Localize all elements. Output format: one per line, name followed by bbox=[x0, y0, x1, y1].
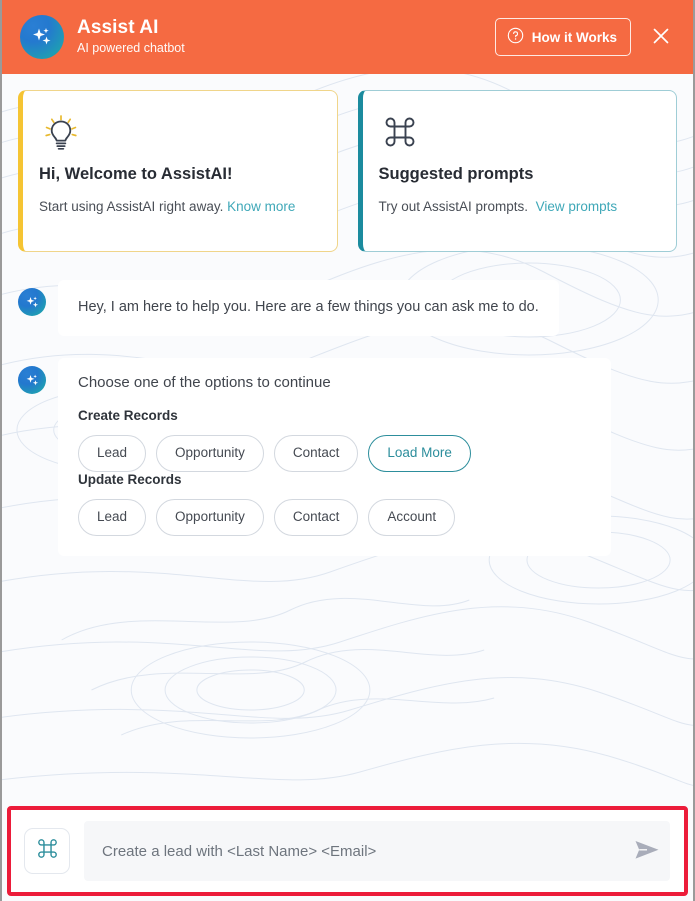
suggested-prompts-card[interactable]: Suggested prompts Try out AssistAI promp… bbox=[357, 90, 677, 252]
composer-highlight-outline bbox=[7, 806, 688, 896]
header-actions: How it Works bbox=[494, 18, 677, 56]
chip-update-contact[interactable]: Contact bbox=[273, 499, 359, 537]
close-button[interactable] bbox=[645, 21, 677, 53]
chat-body: Hi, Welcome to AssistAI! Start using Ass… bbox=[2, 74, 693, 800]
chip-create-lead[interactable]: Lead bbox=[78, 435, 147, 473]
bot-message-row: Hey, I am here to help you. Here are a f… bbox=[18, 280, 677, 337]
close-icon bbox=[650, 25, 672, 50]
welcome-card-desc: Start using AssistAI right away. Know mo… bbox=[39, 197, 319, 218]
prompts-card-title: Suggested prompts bbox=[378, 165, 534, 183]
prompts-card-desc-text: Try out AssistAI prompts. bbox=[378, 199, 529, 214]
options-bubble: Choose one of the options to continue Cr… bbox=[58, 358, 611, 557]
create-records-group: Create Records Lead Opportunity Contact … bbox=[78, 408, 591, 473]
command-icon bbox=[379, 111, 659, 157]
info-cards: Hi, Welcome to AssistAI! Start using Ass… bbox=[18, 90, 677, 252]
welcome-card[interactable]: Hi, Welcome to AssistAI! Start using Ass… bbox=[18, 90, 338, 252]
message-input[interactable] bbox=[84, 821, 670, 881]
chip-create-opportunity[interactable]: Opportunity bbox=[156, 435, 264, 473]
update-records-label: Update Records bbox=[78, 472, 182, 488]
bot-options-row: Choose one of the options to continue Cr… bbox=[18, 358, 677, 557]
app-title: Assist AI bbox=[77, 17, 159, 39]
command-icon bbox=[34, 835, 61, 867]
composer-area bbox=[2, 800, 693, 901]
message-input-wrapper bbox=[84, 821, 670, 881]
options-panel: Choose one of the options to continue Cr… bbox=[58, 358, 611, 556]
create-records-label: Create Records bbox=[78, 408, 178, 424]
lightbulb-icon bbox=[39, 111, 319, 157]
send-paper-plane-icon bbox=[633, 838, 661, 865]
chip-update-account[interactable]: Account bbox=[368, 499, 456, 537]
sparkle-avatar-icon bbox=[18, 288, 46, 316]
app-header: Assist AI AI powered chatbot How it Work… bbox=[2, 0, 693, 74]
chip-create-load-more[interactable]: Load More bbox=[368, 435, 471, 473]
create-records-chips: Lead Opportunity Contact Load More bbox=[78, 435, 591, 473]
view-prompts-link[interactable]: View prompts bbox=[536, 199, 618, 214]
update-records-chips: Lead Opportunity Contact Account bbox=[78, 499, 591, 537]
brand: Assist AI AI powered chatbot bbox=[20, 15, 185, 59]
know-more-link[interactable]: Know more bbox=[227, 199, 295, 214]
chip-update-opportunity[interactable]: Opportunity bbox=[156, 499, 264, 537]
app-subtitle: AI powered chatbot bbox=[77, 41, 185, 56]
how-it-works-button[interactable]: How it Works bbox=[494, 18, 631, 56]
options-panel-title: Choose one of the options to continue bbox=[78, 374, 331, 392]
welcome-card-desc-text: Start using AssistAI right away. bbox=[39, 199, 224, 214]
sparkle-logo-icon bbox=[20, 15, 64, 59]
bot-message-text: Hey, I am here to help you. Here are a f… bbox=[78, 299, 539, 315]
welcome-card-title: Hi, Welcome to AssistAI! bbox=[39, 165, 233, 183]
prompts-card-desc: Try out AssistAI prompts. View prompts bbox=[379, 197, 659, 218]
bot-message-bubble: Hey, I am here to help you. Here are a f… bbox=[58, 280, 559, 337]
sparkle-avatar-icon bbox=[18, 366, 46, 395]
send-button[interactable] bbox=[630, 836, 664, 866]
how-it-works-label: How it Works bbox=[531, 29, 617, 45]
update-records-group: Update Records Lead Opportunity Contact … bbox=[78, 472, 591, 537]
chip-create-contact[interactable]: Contact bbox=[273, 435, 359, 473]
assist-ai-chat-window: Assist AI AI powered chatbot How it Work… bbox=[0, 0, 695, 901]
question-circle-icon bbox=[507, 27, 524, 47]
prompt-command-button[interactable] bbox=[24, 828, 70, 874]
chip-update-lead[interactable]: Lead bbox=[78, 499, 147, 537]
